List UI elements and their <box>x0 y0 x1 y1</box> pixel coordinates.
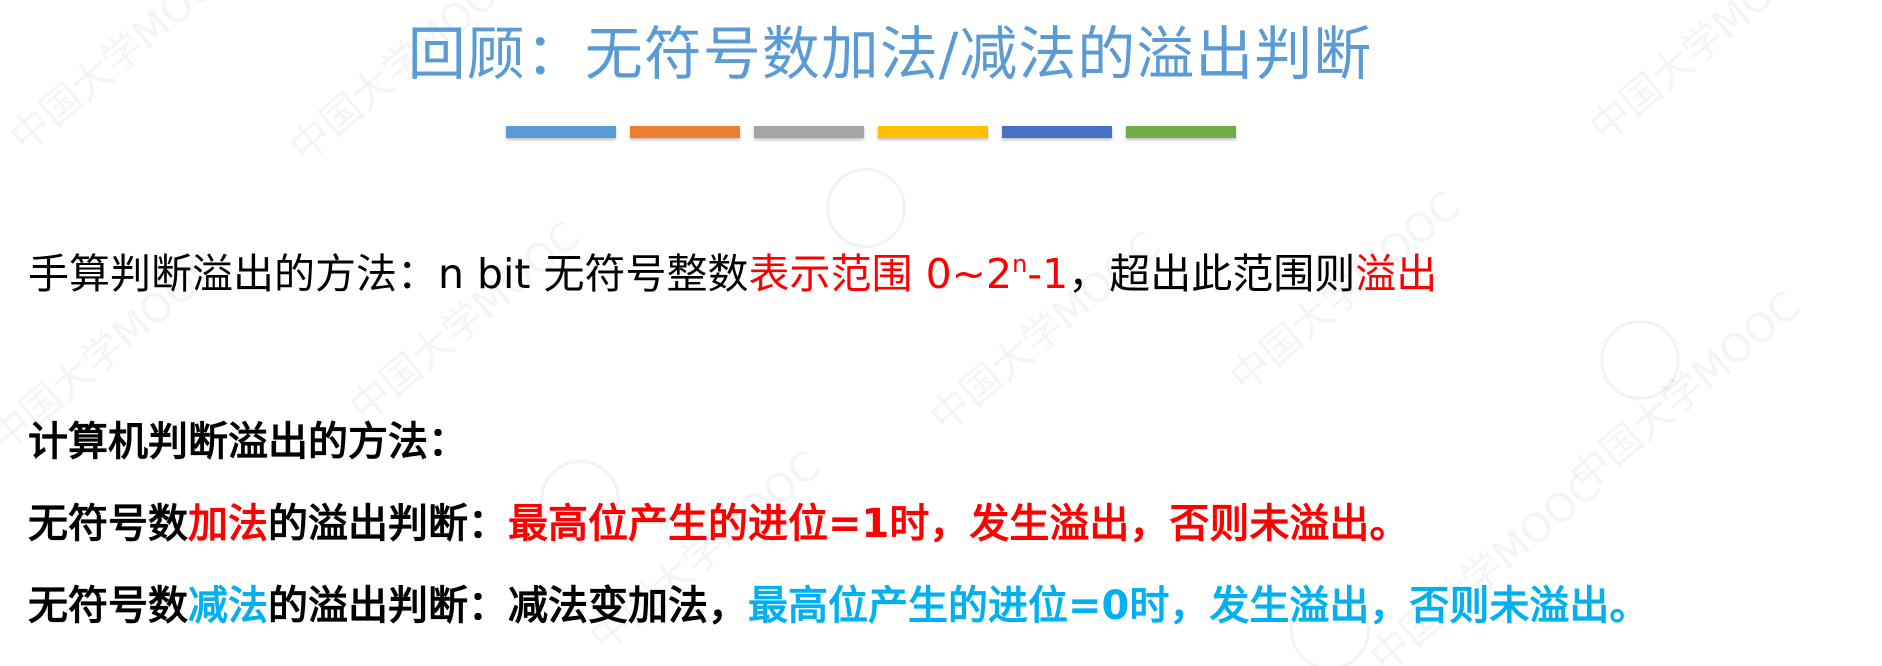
watermark: 中国大学MOOC <box>335 205 591 433</box>
addition-op: 加法 <box>188 501 268 547</box>
range-exponent: n <box>1012 250 1028 278</box>
watermark: 中国大学MOOC <box>1355 455 1611 666</box>
watermark: 中国大学MOOC <box>1555 275 1811 503</box>
watermark-layer: 中国大学MOOC 中国大学MOOC 中国大学MOOC 中国大学MOOC 中国大学… <box>0 0 1882 666</box>
subtraction-op: 减法 <box>188 583 268 629</box>
subtraction-middle: 的溢出判断：减法变加法， <box>268 583 748 629</box>
manual-method-middle: ，超出此范围则 <box>1068 250 1356 298</box>
addition-rule: 最高位产生的进位=1时，发生溢出，否则未溢出。 <box>508 501 1410 547</box>
color-bar <box>506 126 616 138</box>
color-bar <box>1002 126 1112 138</box>
addition-prefix: 无符号数 <box>28 501 188 547</box>
color-bar <box>630 126 740 138</box>
addition-middle: 的溢出判断： <box>268 501 508 547</box>
subtraction-prefix: 无符号数 <box>28 583 188 629</box>
overflow-label: 溢出 <box>1355 250 1438 298</box>
subtraction-rule: 最高位产生的进位=0时，发生溢出，否则未溢出。 <box>748 583 1650 629</box>
color-bar <box>1126 126 1236 138</box>
subtraction-overflow-line: 无符号数减法的溢出判断：减法变加法，最高位产生的进位=0时，发生溢出，否则未溢出… <box>28 578 1649 634</box>
watermark-seal <box>826 168 906 248</box>
slide-title: 回顾：无符号数加法/减法的溢出判断 <box>407 20 1373 88</box>
range-tail: -1 <box>1027 250 1069 298</box>
slide: 中国大学MOOC 中国大学MOOC 中国大学MOOC 中国大学MOOC 中国大学… <box>0 0 1882 666</box>
computer-method-heading: 计算机判断溢出的方法： <box>28 419 468 465</box>
range-label: 表示范围 0~2 <box>748 250 1013 298</box>
manual-method-line: 手算判断溢出的方法：n bit 无符号整数表示范围 0~2n-1，超出此范围则溢… <box>28 246 1437 308</box>
color-bar <box>878 126 988 138</box>
color-bar <box>754 126 864 138</box>
addition-overflow-line: 无符号数加法的溢出判断：最高位产生的进位=1时，发生溢出，否则未溢出。 <box>28 496 1409 552</box>
manual-method-prefix: 手算判断溢出的方法：n bit 无符号整数 <box>28 250 749 298</box>
watermark-seal <box>1600 320 1680 400</box>
